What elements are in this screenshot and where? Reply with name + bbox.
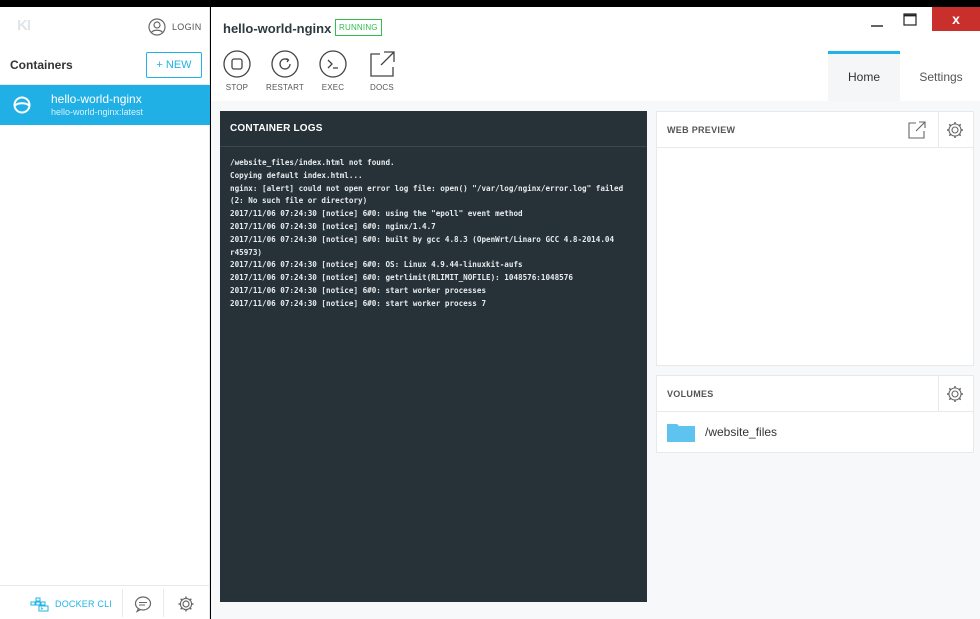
web-preview-header: WEB PREVIEW bbox=[657, 112, 973, 148]
external-link-icon bbox=[370, 51, 395, 77]
main-panel: hello-world-nginx RUNNING x STOP RESTART bbox=[211, 7, 980, 619]
tab-settings[interactable]: Settings bbox=[905, 51, 977, 101]
log-line: 2017/11/06 07:24:30 [notice] 6#0: using … bbox=[230, 209, 523, 219]
containers-title: Containers bbox=[10, 58, 73, 72]
maximize-icon[interactable] bbox=[899, 9, 921, 31]
log-line: /website_files/index.html not found. bbox=[230, 158, 395, 167]
volume-path: /website_files bbox=[705, 425, 778, 439]
restart-button[interactable]: RESTART bbox=[260, 49, 310, 92]
web-preview-panel: WEB PREVIEW bbox=[656, 111, 974, 366]
minimize-icon[interactable] bbox=[866, 9, 888, 31]
sidebar-top: KI LOGIN bbox=[0, 7, 210, 47]
login-button[interactable]: LOGIN bbox=[148, 18, 202, 36]
sidebar: KI LOGIN Containers + NEW hello-world-ng… bbox=[0, 7, 210, 619]
docker-cli-label: DOCKER CLI bbox=[55, 599, 113, 609]
exec-label: EXEC bbox=[321, 83, 345, 92]
header-divider bbox=[938, 376, 939, 412]
container-name: hello-world-nginx bbox=[51, 92, 142, 106]
stop-icon bbox=[223, 50, 251, 78]
docs-button[interactable]: DOCS bbox=[357, 49, 407, 92]
log-line: 2017/11/06 07:24:30 [notice] 6#0: start … bbox=[230, 285, 487, 295]
logs-header: CONTAINER LOGS bbox=[220, 111, 647, 147]
docker-cli-button[interactable]: DOCKER CLI bbox=[30, 596, 112, 612]
log-line: 2017/11/06 07:24:30 [notice] 6#0: OS: Li… bbox=[230, 260, 523, 270]
title-bar: hello-world-nginx RUNNING x bbox=[211, 7, 980, 49]
volumes-panel: VOLUMES /website_files bbox=[656, 375, 974, 453]
containers-header: Containers + NEW bbox=[0, 47, 210, 85]
view-tabs: Home Settings bbox=[828, 51, 980, 101]
docker-cli-icon bbox=[30, 597, 49, 612]
container-list-item[interactable]: hello-world-nginx hello-world-nginx:late… bbox=[0, 85, 210, 125]
stop-button[interactable]: STOP bbox=[212, 49, 262, 92]
restart-label: RESTART bbox=[266, 83, 304, 92]
container-logs-panel: CONTAINER LOGS /website_files/index.html… bbox=[220, 111, 647, 602]
open-in-browser-icon[interactable] bbox=[907, 120, 927, 140]
log-line: 2017/11/06 07:24:30 [notice] 6#0: nginx/… bbox=[230, 221, 436, 231]
stop-label: STOP bbox=[225, 83, 249, 92]
preferences-gear-icon[interactable] bbox=[177, 595, 195, 613]
log-output[interactable]: /website_files/index.html not found. Cop… bbox=[230, 157, 640, 311]
login-label: LOGIN bbox=[172, 22, 202, 32]
log-line: 2017/11/06 07:24:30 [notice] 6#0: start … bbox=[230, 298, 487, 308]
header-divider bbox=[938, 112, 939, 148]
user-icon bbox=[148, 18, 166, 36]
web-preview-settings-gear-icon[interactable] bbox=[945, 120, 965, 140]
footer-divider bbox=[163, 589, 164, 617]
log-line: nginx: [alert] could not open error log … bbox=[230, 183, 628, 206]
volume-item[interactable]: /website_files bbox=[667, 422, 777, 442]
footer-divider bbox=[122, 589, 123, 617]
container-image: hello-world-nginx:latest bbox=[51, 107, 144, 117]
container-running-icon bbox=[13, 96, 31, 114]
log-line: 2017/11/06 07:24:30 [notice] 6#0: getrli… bbox=[230, 273, 573, 283]
close-window-button[interactable]: x bbox=[932, 7, 980, 31]
chat-icon[interactable] bbox=[134, 595, 152, 613]
sidebar-footer: DOCKER CLI bbox=[0, 585, 210, 619]
logs-title: CONTAINER LOGS bbox=[230, 123, 323, 134]
docs-label: DOCS bbox=[370, 83, 394, 92]
kitematic-logo: KI bbox=[17, 17, 31, 34]
log-line: 2017/11/06 07:24:30 [notice] 6#0: built … bbox=[230, 234, 619, 257]
status-badge: RUNNING bbox=[335, 19, 382, 36]
restart-icon bbox=[271, 50, 299, 78]
folder-icon bbox=[667, 424, 695, 442]
tab-home[interactable]: Home bbox=[828, 51, 900, 101]
terminal-icon bbox=[319, 50, 347, 78]
exec-button[interactable]: EXEC bbox=[308, 49, 358, 92]
volumes-settings-gear-icon[interactable] bbox=[945, 384, 965, 404]
container-title: hello-world-nginx bbox=[223, 21, 332, 36]
volumes-title: VOLUMES bbox=[667, 389, 714, 399]
web-preview-title: WEB PREVIEW bbox=[667, 125, 736, 135]
new-container-button[interactable]: + NEW bbox=[146, 52, 202, 78]
volumes-header: VOLUMES bbox=[657, 376, 973, 412]
log-line: Copying default index.html... bbox=[230, 170, 363, 180]
